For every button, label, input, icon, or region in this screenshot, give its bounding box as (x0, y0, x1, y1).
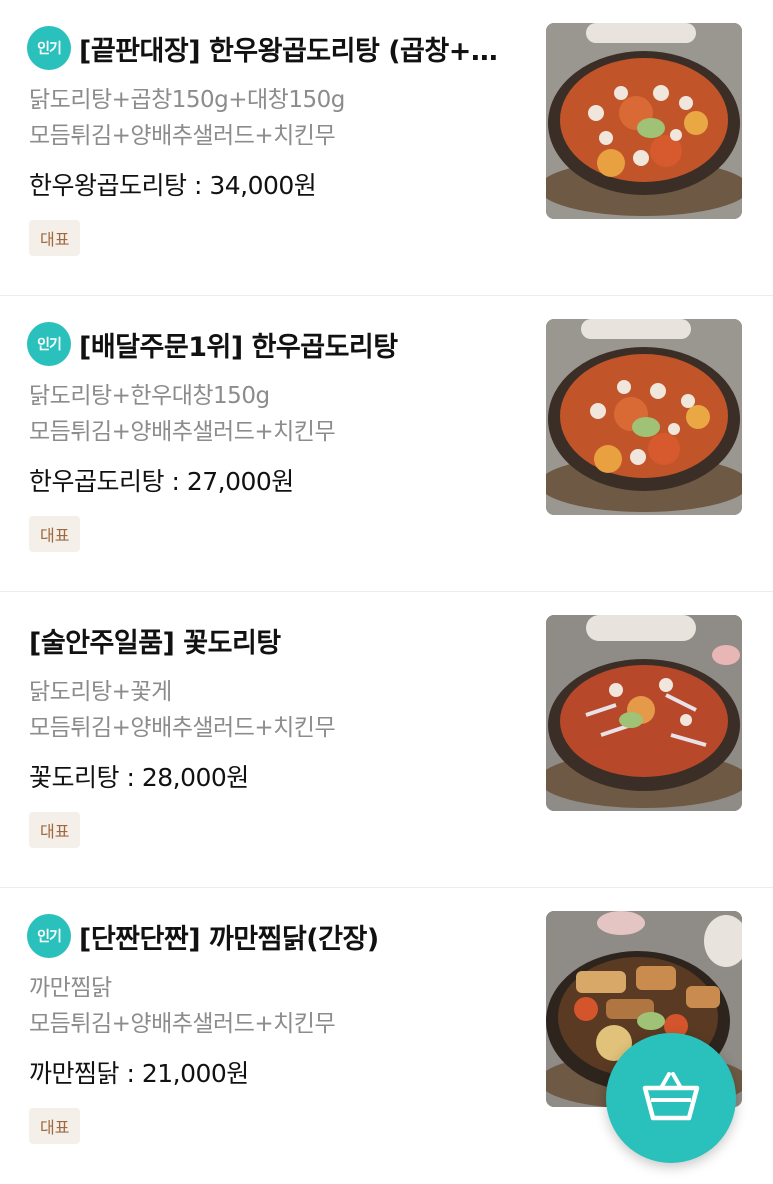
popular-badge: 인기 (29, 28, 69, 68)
menu-item-text: [술안주일품] 꽃도리탕 닭도리탕+꽃게 모듬튀김+양배추샐러드+치킨무 꽃도리… (29, 618, 519, 848)
menu-item-description: 닭도리탕+꽃게 모듬튀김+양배추샐러드+치킨무 (29, 674, 519, 746)
title-row: 인기 [끝판대장] 한우왕곱도리탕 (곱창+대창) (29, 26, 519, 70)
menu-item-text: 인기 [단짠단짠] 까만찜닭(간장) 까만찜닭 모듬튀김+양배추샐러드+치킨무 … (29, 914, 519, 1144)
menu-item-title: [단짠단짠] 까만찜닭(간장) (79, 923, 379, 955)
description-line: 모듬튀김+양배추샐러드+치킨무 (29, 1011, 336, 1037)
description-line: 모듬튀김+양배추샐러드+치킨무 (29, 419, 336, 445)
title-row: [술안주일품] 꽃도리탕 (29, 618, 519, 662)
menu-item-text: 인기 [끝판대장] 한우왕곱도리탕 (곱창+대창) 닭도리탕+곱창150g+대창… (29, 26, 519, 256)
popular-badge: 인기 (29, 916, 69, 956)
menu-item-description: 닭도리탕+한우대창150g 모듬튀김+양배추샐러드+치킨무 (29, 378, 519, 450)
food-photo (546, 615, 742, 811)
menu-item[interactable]: [술안주일품] 꽃도리탕 닭도리탕+꽃게 모듬튀김+양배추샐러드+치킨무 꽃도리… (0, 592, 773, 888)
menu-item[interactable]: 인기 [끝판대장] 한우왕곱도리탕 (곱창+대창) 닭도리탕+곱창150g+대창… (0, 0, 773, 296)
menu-item-price: 한우곱도리탕 : 27,000원 (29, 467, 294, 496)
menu-item-description: 닭도리탕+곱창150g+대창150g 모듬튀김+양배추샐러드+치킨무 (29, 82, 519, 154)
menu-item-text: 인기 [배달주문1위] 한우곱도리탕 닭도리탕+한우대창150g 모듬튀김+양배… (29, 322, 519, 552)
description-line: 닭도리탕+꽃게 (29, 679, 172, 705)
food-photo (546, 23, 742, 219)
menu-item-price: 꽃도리탕 : 28,000원 (29, 763, 249, 792)
description-line: 까만찜닭 (29, 975, 112, 1001)
menu-item-price: 한우왕곱도리탕 : 34,000원 (29, 171, 317, 200)
representative-badge: 대표 (29, 220, 81, 256)
description-line: 모듬튀김+양배추샐러드+치킨무 (29, 123, 336, 149)
menu-item-price: 까만찜닭 : 21,000원 (29, 1059, 249, 1088)
popular-badge: 인기 (29, 324, 69, 364)
menu-item[interactable]: 인기 [배달주문1위] 한우곱도리탕 닭도리탕+한우대창150g 모듬튀김+양배… (0, 296, 773, 592)
menu-item-title: [배달주문1위] 한우곱도리탕 (79, 331, 398, 363)
cart-button[interactable] (606, 1033, 736, 1163)
description-line: 닭도리탕+한우대창150g (29, 383, 270, 409)
menu-list: 인기 [끝판대장] 한우왕곱도리탕 (곱창+대창) 닭도리탕+곱창150g+대창… (0, 0, 773, 1184)
food-photo (546, 319, 742, 515)
menu-item-title: [끝판대장] 한우왕곱도리탕 (곱창+대창) (79, 35, 519, 67)
title-row: 인기 [단짠단짠] 까만찜닭(간장) (29, 914, 519, 958)
representative-badge: 대표 (29, 1108, 81, 1144)
representative-badge: 대표 (29, 812, 81, 848)
title-row: 인기 [배달주문1위] 한우곱도리탕 (29, 322, 519, 366)
menu-item-title: [술안주일품] 꽃도리탕 (29, 627, 281, 659)
basket-icon (641, 1070, 701, 1126)
menu-item-description: 까만찜닭 모듬튀김+양배추샐러드+치킨무 (29, 970, 519, 1042)
representative-badge: 대표 (29, 516, 81, 552)
description-line: 모듬튀김+양배추샐러드+치킨무 (29, 715, 336, 741)
description-line: 닭도리탕+곱창150g+대창150g (29, 87, 345, 113)
